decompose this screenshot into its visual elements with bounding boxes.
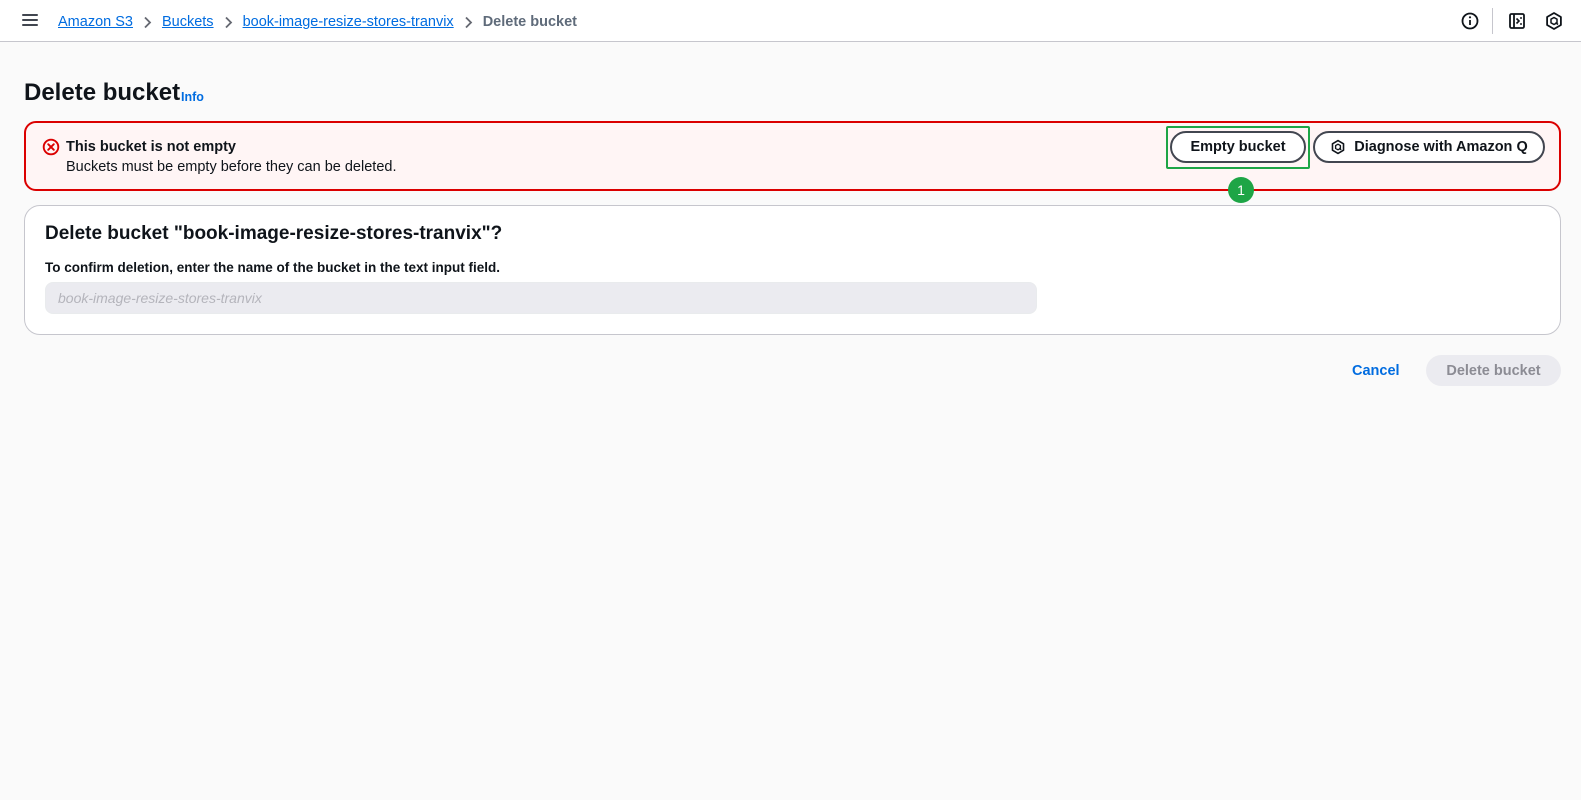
breadcrumb-bucket-name[interactable]: book-image-resize-stores-tranvix (243, 14, 454, 30)
error-icon (42, 138, 60, 156)
breadcrumb-current: Delete bucket (482, 14, 577, 30)
panel-expand-icon[interactable] (1507, 11, 1527, 31)
breadcrumb: Amazon S3 Buckets book-image-resize-stor… (58, 12, 577, 32)
top-navigation-bar: Amazon S3 Buckets book-image-resize-stor… (0, 0, 1581, 42)
chevron-right-icon (143, 16, 152, 29)
alert-message: Buckets must be empty before they can be… (66, 159, 397, 175)
toolbar-divider (1492, 8, 1493, 34)
diagnose-button-label: Diagnose with Amazon Q (1354, 139, 1528, 155)
diagnose-with-amazon-q-button[interactable]: Diagnose with Amazon Q (1313, 131, 1545, 163)
bucket-name-confirm-input[interactable] (45, 282, 1037, 314)
breadcrumb-amazon-s3[interactable]: Amazon S3 (58, 14, 133, 30)
page-title: Delete bucket (24, 79, 181, 106)
confirmation-title: Delete bucket "book-image-resize-stores-… (45, 223, 503, 244)
chevron-right-icon (224, 16, 233, 29)
amazon-q-icon[interactable] (1544, 11, 1564, 31)
amazon-q-icon (1330, 139, 1346, 155)
breadcrumb-buckets[interactable]: Buckets (162, 14, 214, 30)
confirmation-label: To confirm deletion, enter the name of t… (45, 260, 501, 275)
menu-icon[interactable] (22, 13, 39, 28)
chevron-right-icon (464, 16, 473, 29)
delete-confirmation-panel: Delete bucket "book-image-resize-stores-… (24, 205, 1561, 335)
step-badge: 1 (1228, 177, 1254, 203)
alert-title: This bucket is not empty (66, 139, 236, 155)
delete-bucket-button[interactable]: Delete bucket (1426, 355, 1561, 386)
cancel-button[interactable]: Cancel (1336, 356, 1416, 386)
info-circle-icon[interactable] (1460, 11, 1480, 31)
empty-bucket-button[interactable]: Empty bucket (1170, 131, 1306, 163)
info-link[interactable]: Info (181, 90, 204, 104)
